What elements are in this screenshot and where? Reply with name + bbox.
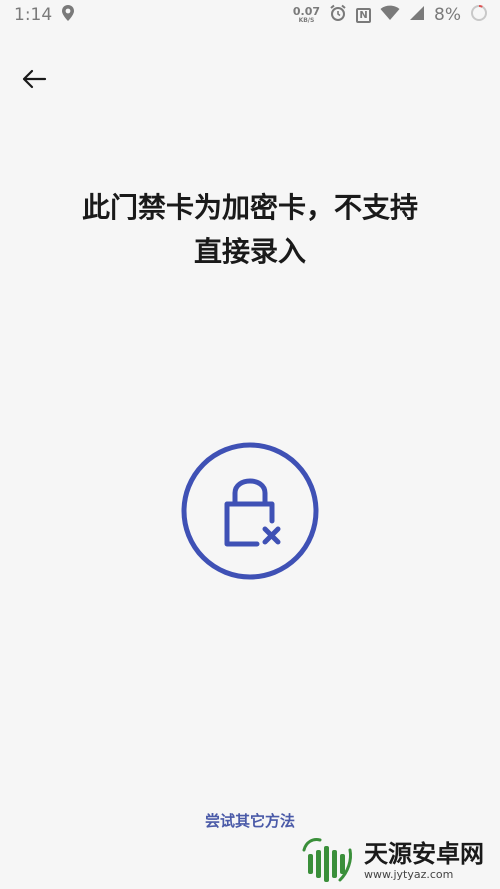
- wifi-icon: [380, 5, 400, 26]
- battery-text: 8%: [434, 5, 461, 25]
- location-pin-icon: [61, 4, 75, 27]
- back-button[interactable]: [14, 62, 54, 96]
- page-title: 此门禁卡为加密卡，不支持 直接录入: [40, 186, 460, 274]
- arrow-left-icon: [22, 69, 47, 89]
- network-speed-value: 0.07: [292, 5, 321, 18]
- status-bar: 1:14 0.07 KB/S N 8%: [0, 0, 500, 30]
- status-bar-right: 0.07 KB/S N 8%: [293, 4, 488, 27]
- signal-icon: [409, 5, 425, 26]
- alarm-icon: [329, 4, 347, 27]
- title-line-1: 此门禁卡为加密卡，不支持: [81, 191, 418, 224]
- status-bar-left: 1:14: [14, 4, 75, 27]
- network-speed: 0.07 KB/S: [293, 6, 320, 24]
- watermark-text: 天源安卓网 www.jytyaz.com: [364, 842, 484, 880]
- title-line-2: 直接录入: [193, 235, 306, 268]
- network-speed-unit: KB/S: [298, 17, 315, 24]
- try-other-method-link[interactable]: 尝试其它方法: [150, 810, 350, 831]
- lock-x-icon: [180, 441, 320, 581]
- watermark: 天源安卓网 www.jytyaz.com: [300, 832, 500, 889]
- watermark-url: www.jytyaz.com: [364, 867, 454, 881]
- battery-ring-icon: [470, 4, 488, 27]
- watermark-name: 天源安卓网: [364, 839, 484, 868]
- clock: 1:14: [14, 5, 53, 25]
- android-logo-icon: [302, 837, 352, 882]
- nfc-icon: N: [356, 7, 372, 23]
